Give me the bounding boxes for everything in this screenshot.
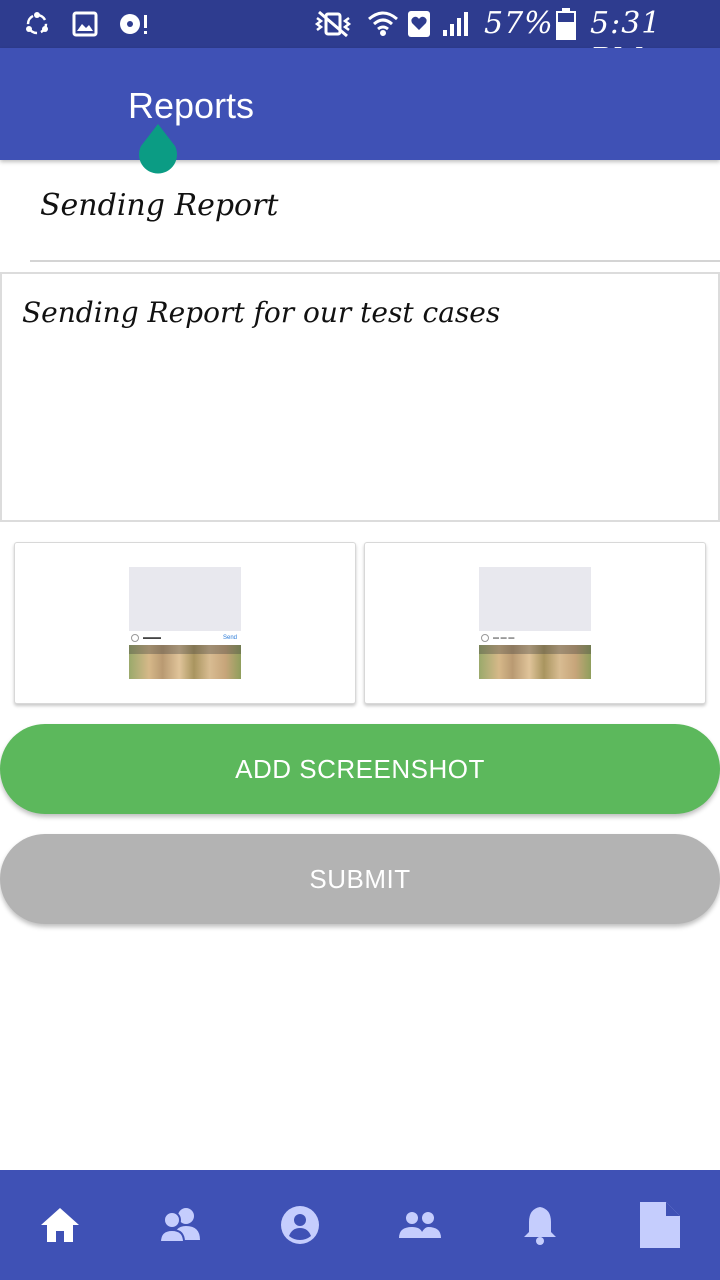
submit-button[interactable]: SUBMIT xyxy=(0,834,720,924)
image-icon xyxy=(70,8,100,40)
nav-group[interactable] xyxy=(360,1170,480,1280)
reports-icon xyxy=(640,1202,680,1248)
battery-percent: 57% xyxy=(484,6,554,41)
bottom-navigation xyxy=(0,1170,720,1280)
screenshot-thumbnail: ▬▬▬ Send xyxy=(129,567,241,679)
nav-notifications[interactable] xyxy=(480,1170,600,1280)
page-title: Reports xyxy=(128,85,255,126)
notifications-icon xyxy=(524,1207,556,1245)
vibrate-mute-icon xyxy=(312,8,354,40)
app-bar: Reports xyxy=(0,48,720,174)
report-title-value: Sending Report xyxy=(40,188,279,223)
wifi-icon xyxy=(366,8,400,40)
group-icon xyxy=(399,1212,441,1238)
tab-indicator-icon xyxy=(139,124,177,174)
heart-notification-icon xyxy=(406,8,432,40)
report-description-value: Sending Report for our test cases xyxy=(22,296,501,329)
nav-home[interactable] xyxy=(0,1170,120,1280)
disc-alert-icon xyxy=(116,8,150,40)
signal-icon xyxy=(440,8,472,40)
battery-icon xyxy=(554,8,578,40)
nav-reports[interactable] xyxy=(600,1170,720,1280)
report-title-input[interactable]: Sending Report xyxy=(30,180,720,262)
screenshot-thumbnail-card[interactable]: ▬▬▬ Send xyxy=(14,542,356,704)
status-bar: 57% 5:31 PM xyxy=(0,0,720,77)
screenshot-thumbnail: ▬ ▬ ▬ xyxy=(479,567,591,679)
share-icon xyxy=(20,8,54,40)
screenshot-thumbnail-card[interactable]: ▬ ▬ ▬ xyxy=(364,542,706,704)
report-description-input[interactable]: Sending Report for our test cases xyxy=(0,272,720,522)
nav-profile[interactable] xyxy=(240,1170,360,1280)
profile-icon xyxy=(281,1206,319,1244)
add-screenshot-button[interactable]: ADD SCREENSHOT xyxy=(0,724,720,814)
thumbnail-send-label: Send xyxy=(222,635,237,641)
home-icon xyxy=(41,1208,79,1242)
nav-contacts[interactable] xyxy=(120,1170,240,1280)
contacts-icon xyxy=(158,1208,200,1243)
